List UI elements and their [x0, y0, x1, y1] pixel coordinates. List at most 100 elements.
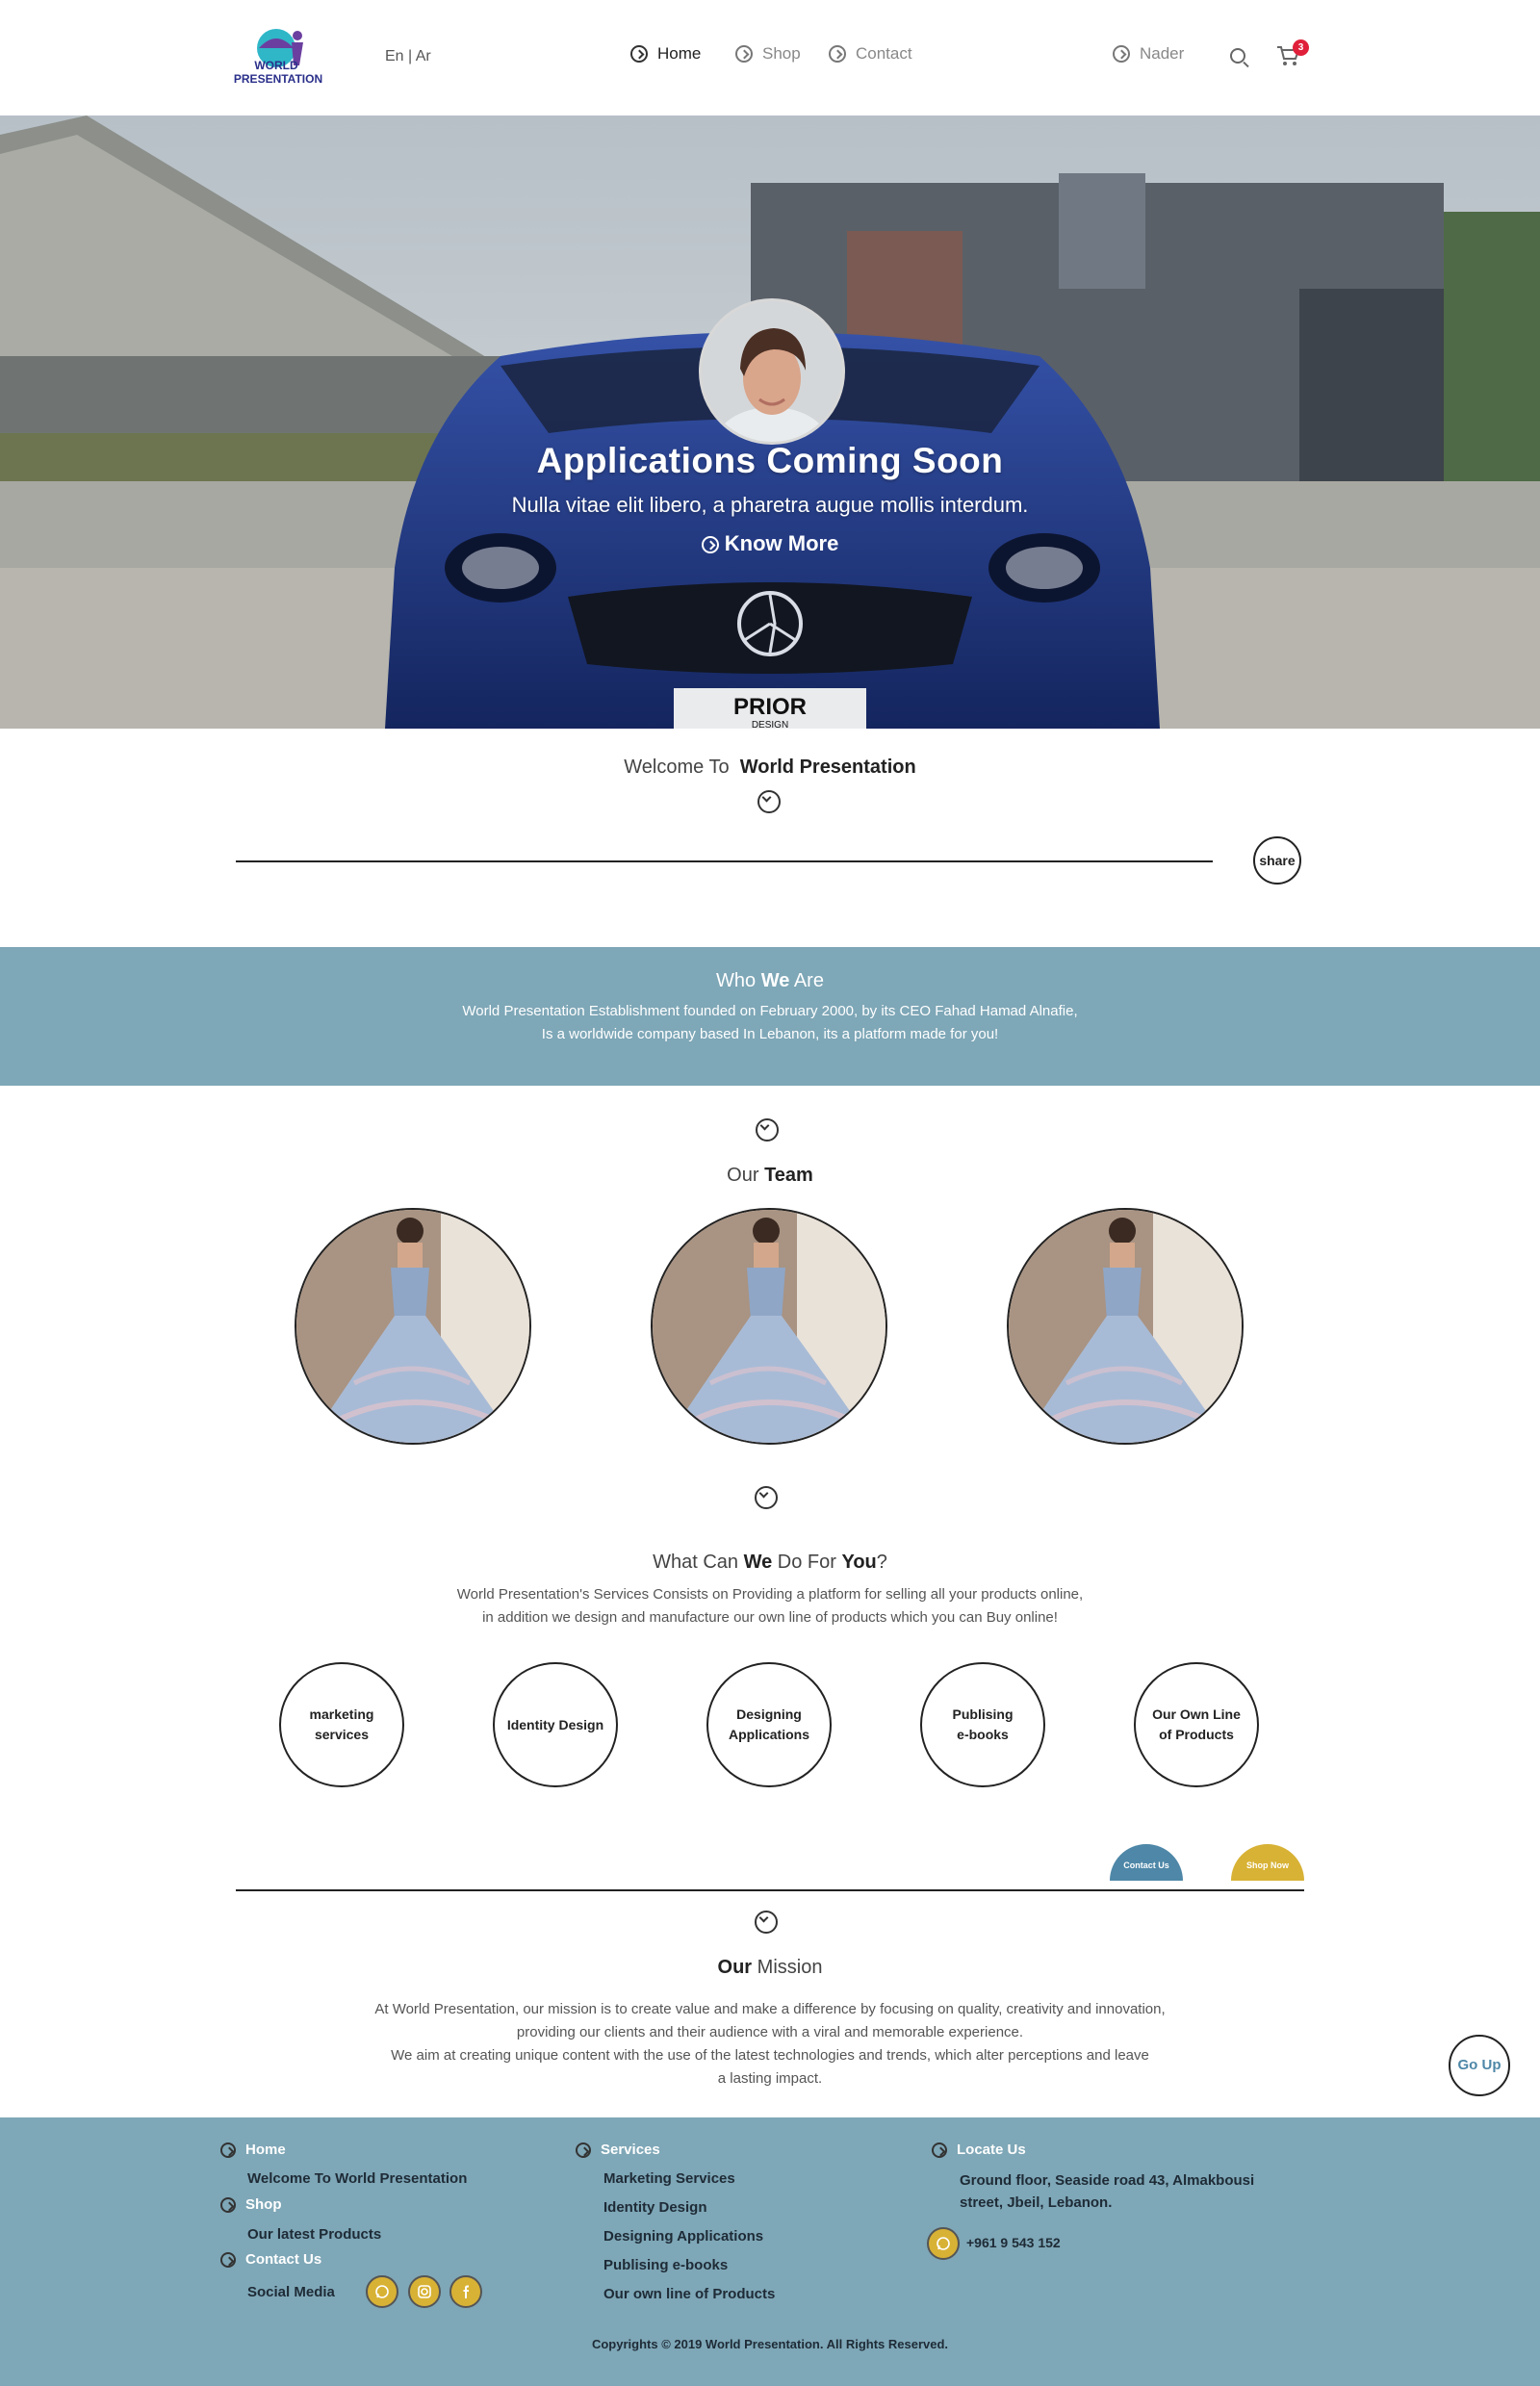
share-button[interactable]: share: [1253, 836, 1301, 885]
footer-head-label: Services: [601, 2142, 660, 2158]
service-marketing[interactable]: marketing services: [279, 1662, 404, 1787]
service-label: e-books: [957, 1727, 1009, 1742]
team-title-part: Our: [727, 1165, 759, 1186]
mission-text-line: We aim at creating unique content with t…: [391, 2047, 1149, 2064]
chevron-right-circle-icon: [829, 45, 846, 63]
who-title-part: Are: [793, 970, 824, 991]
go-up-button[interactable]: Go Up: [1449, 2035, 1510, 2096]
nav-home[interactable]: Home: [630, 44, 701, 64]
team-member-photo[interactable]: [1007, 1208, 1244, 1445]
footer-phone[interactable]: +961 9 543 152: [966, 2235, 1061, 2250]
scroll-down-icon[interactable]: [755, 1911, 778, 1934]
nav-shop[interactable]: Shop: [735, 44, 801, 64]
service-label: Identity Design: [506, 1716, 604, 1732]
who-text-line: World Presentation Establishment founded…: [462, 1003, 1078, 1019]
footer-link-contact[interactable]: Contact Us: [220, 2251, 321, 2268]
shop-now-button[interactable]: Shop Now: [1231, 1844, 1304, 1881]
know-more-label: Know More: [724, 531, 839, 555]
footer-service-link[interactable]: Marketing Services: [603, 2170, 735, 2187]
scroll-down-icon[interactable]: [755, 1486, 778, 1509]
chevron-right-circle-icon: [735, 45, 753, 63]
who-we-are-section: Who We Are World Presentation Establishm…: [0, 947, 1540, 1086]
nav-contact[interactable]: Contact: [829, 44, 912, 64]
footer-service-link[interactable]: Identity Design: [603, 2199, 707, 2216]
nav-contact-label: Contact: [856, 44, 912, 63]
phone-whatsapp-icon[interactable]: [927, 2227, 960, 2260]
who-text-line: Is a worldwide company based In Lebanon,…: [541, 1026, 999, 1042]
mission-text: At World Presentation, our mission is to…: [0, 1998, 1540, 2091]
scroll-down-icon[interactable]: [756, 1118, 779, 1142]
team-title: Our Team: [0, 1165, 1540, 1187]
service-identity-design[interactable]: Identity Design: [493, 1662, 618, 1787]
footer-link-home[interactable]: Home: [220, 2142, 286, 2158]
services-title-bold: We: [743, 1552, 773, 1573]
know-more-link[interactable]: Know More: [0, 531, 1540, 556]
footer-head-label: Home: [245, 2142, 286, 2158]
profile-avatar: [699, 298, 845, 445]
team-member-photo[interactable]: [651, 1208, 887, 1445]
service-label: services: [314, 1727, 370, 1742]
instagram-icon[interactable]: [408, 2275, 441, 2308]
site-logo[interactable]: WORLD PRESENTATION: [234, 27, 326, 87]
chevron-down-icon: [756, 1118, 779, 1142]
service-publishing-ebooks[interactable]: Publising e-books: [920, 1662, 1045, 1787]
footer-link-latest-products[interactable]: Our latest Products: [247, 2226, 381, 2243]
footer-locate-heading[interactable]: Locate Us: [932, 2142, 1026, 2158]
site-header: WORLD PRESENTATION En | Ar Home Shop Con…: [0, 0, 1540, 115]
hero-subtitle: Nulla vitae elit libero, a pharetra augu…: [511, 493, 1029, 517]
service-label: Applications: [728, 1727, 809, 1742]
chevron-down-icon: [755, 1911, 778, 1934]
whatsapp-icon[interactable]: [366, 2275, 398, 2308]
chevron-right-circle-icon: [220, 2251, 236, 2268]
plate-text-bottom: DESIGN: [752, 720, 788, 729]
mission-text-line: providing our clients and their audience…: [516, 2024, 1024, 2040]
logo-text-top: WORLD: [254, 59, 298, 72]
chevron-right-circle-icon: [1113, 45, 1130, 63]
scroll-down-icon[interactable]: [757, 790, 781, 813]
footer-service-link[interactable]: Publising e-books: [603, 2257, 728, 2273]
service-designing-applications[interactable]: Designing Applications: [706, 1662, 832, 1787]
service-label: Our Own Line: [1152, 1706, 1241, 1722]
search-icon[interactable]: [1230, 48, 1245, 64]
nav-shop-label: Shop: [762, 44, 801, 63]
user-account[interactable]: Nader: [1113, 44, 1184, 64]
who-title-bold: We: [760, 970, 790, 991]
chevron-right-circle-icon: [576, 2142, 591, 2158]
facebook-icon[interactable]: [449, 2275, 482, 2308]
chevron-right-circle-icon: [220, 2196, 236, 2213]
footer-service-link[interactable]: Our own line of Products: [603, 2286, 775, 2302]
footer-link-shop[interactable]: Shop: [220, 2196, 282, 2213]
services-title-part: What Can: [653, 1552, 739, 1573]
service-label: Designing: [736, 1706, 802, 1722]
mission-text-line: At World Presentation, our mission is to…: [374, 2001, 1166, 2017]
service-own-products[interactable]: Our Own Line of Products: [1134, 1662, 1259, 1787]
copyright-text: Copyrights © 2019 World Presentation. Al…: [591, 2337, 949, 2351]
chevron-right-circle-icon: [932, 2142, 947, 2158]
address-line: Ground floor, Seaside road 43, Almakbous…: [960, 2172, 1255, 2189]
footer-service-link[interactable]: Designing Applications: [603, 2228, 763, 2245]
contact-us-button[interactable]: Contact Us: [1110, 1844, 1183, 1881]
chevron-right-circle-icon: [220, 2142, 236, 2158]
who-title-part: Who: [716, 970, 757, 991]
welcome-heading: Welcome To World Presentation: [0, 757, 1540, 779]
user-name: Nader: [1140, 44, 1185, 63]
language-switcher[interactable]: En | Ar: [385, 48, 431, 65]
divider: [236, 1889, 1304, 1891]
chevron-right-circle-icon: [701, 536, 719, 554]
welcome-prefix: Welcome To: [624, 757, 730, 778]
mission-title: Our Mission: [0, 1957, 1540, 1979]
services-description: World Presentation's Services Consists o…: [0, 1583, 1540, 1629]
team-member-photo[interactable]: [295, 1208, 531, 1445]
service-label: Publising: [952, 1706, 1014, 1722]
services-text-line: World Presentation's Services Consists o…: [456, 1586, 1084, 1603]
footer-head-label: Contact Us: [245, 2251, 322, 2268]
social-media-label: Social Media: [247, 2284, 335, 2300]
address-line: street, Jbeil, Lebanon.: [960, 2194, 1113, 2211]
plate-text-top: PRIOR: [733, 694, 807, 720]
mission-title-bold: Our: [717, 1957, 753, 1978]
nav-home-label: Home: [657, 44, 702, 63]
footer-link-welcome[interactable]: Welcome To World Presentation: [247, 2170, 467, 2187]
chevron-right-circle-icon: [630, 45, 648, 63]
service-label: marketing: [309, 1706, 374, 1722]
footer-services-heading[interactable]: Services: [576, 2142, 660, 2158]
